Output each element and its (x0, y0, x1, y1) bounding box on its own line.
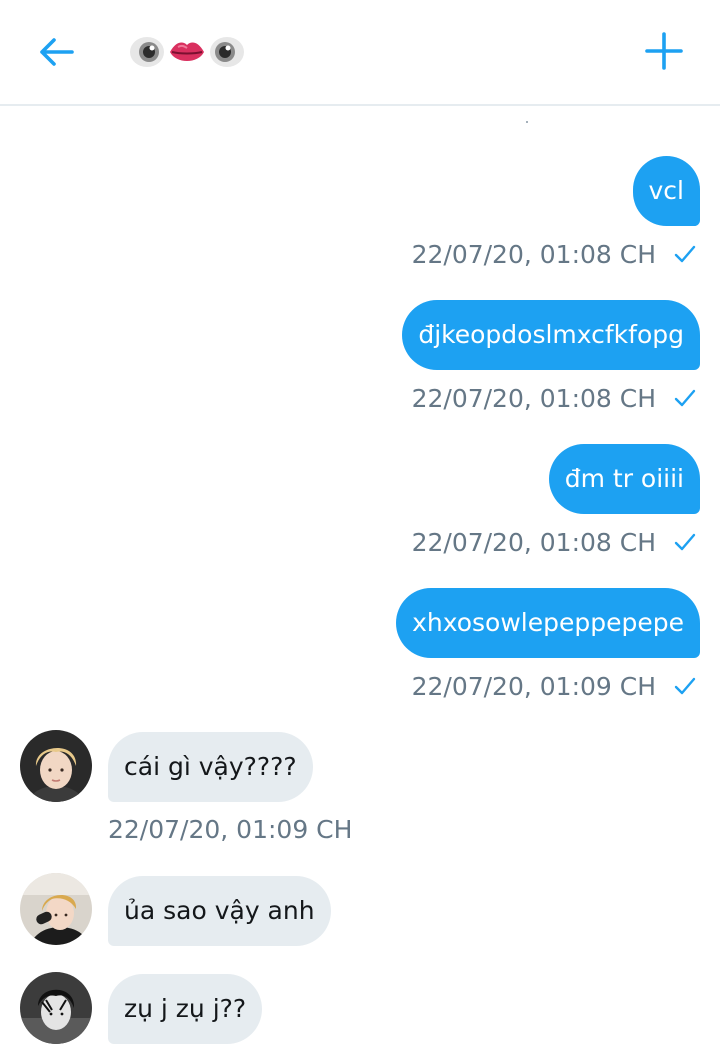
eye-icon (210, 37, 244, 67)
message-meta: 22/07/20, 01:09 CH (412, 669, 696, 703)
outgoing-message-bubble[interactable]: vcl (632, 156, 700, 226)
back-button[interactable] (34, 30, 78, 74)
check-icon (674, 245, 696, 263)
check-icon (674, 677, 696, 695)
conversation-title[interactable] (128, 32, 246, 72)
incoming-message-bubble[interactable]: cái gì vậy???? (108, 732, 313, 802)
message-meta: 22/07/20, 01:08 CH (412, 525, 696, 559)
plus-icon (645, 32, 683, 70)
avatar-photo (20, 972, 92, 1044)
dm-conversation-screen: vcl 22/07/20, 01:08 CH đjkeopdoslmxcfkfo… (0, 0, 720, 1057)
avatar-photo (20, 873, 92, 945)
arrow-left-icon (40, 38, 74, 66)
incoming-message-bubble[interactable]: ủa sao vậy anh (108, 876, 331, 946)
conversation-header (0, 0, 720, 106)
check-icon (674, 389, 696, 407)
lips-icon (170, 42, 204, 61)
outgoing-message-bubble[interactable]: đm tr oiiii (548, 444, 700, 514)
outgoing-message-bubble[interactable]: xhxosowlepeppepepe (396, 588, 700, 658)
avatar[interactable] (20, 972, 92, 1044)
message-meta: 22/07/20, 01:08 CH (412, 237, 696, 271)
avatar-photo (20, 730, 92, 802)
avatar[interactable] (20, 873, 92, 945)
message-timestamp: 22/07/20, 01:08 CH (411, 527, 656, 557)
check-icon (674, 533, 696, 551)
avatar[interactable] (20, 730, 92, 802)
message-meta: 22/07/20, 01:08 CH (412, 381, 696, 415)
message-timestamp: 22/07/20, 01:08 CH (411, 383, 656, 413)
scroll-indicator (526, 121, 528, 123)
outgoing-message-bubble[interactable]: đjkeopdoslmxcfkfopg (402, 300, 700, 370)
message-timestamp: 22/07/20, 01:09 CH (411, 671, 656, 701)
incoming-message-bubble[interactable]: zụ j zụ j?? (108, 974, 263, 1044)
message-timestamp: 22/07/20, 01:08 CH (411, 239, 656, 269)
add-button[interactable] (642, 29, 686, 73)
message-timestamp: 22/07/20, 01:09 CH (108, 815, 353, 844)
eye-icon (130, 37, 164, 67)
